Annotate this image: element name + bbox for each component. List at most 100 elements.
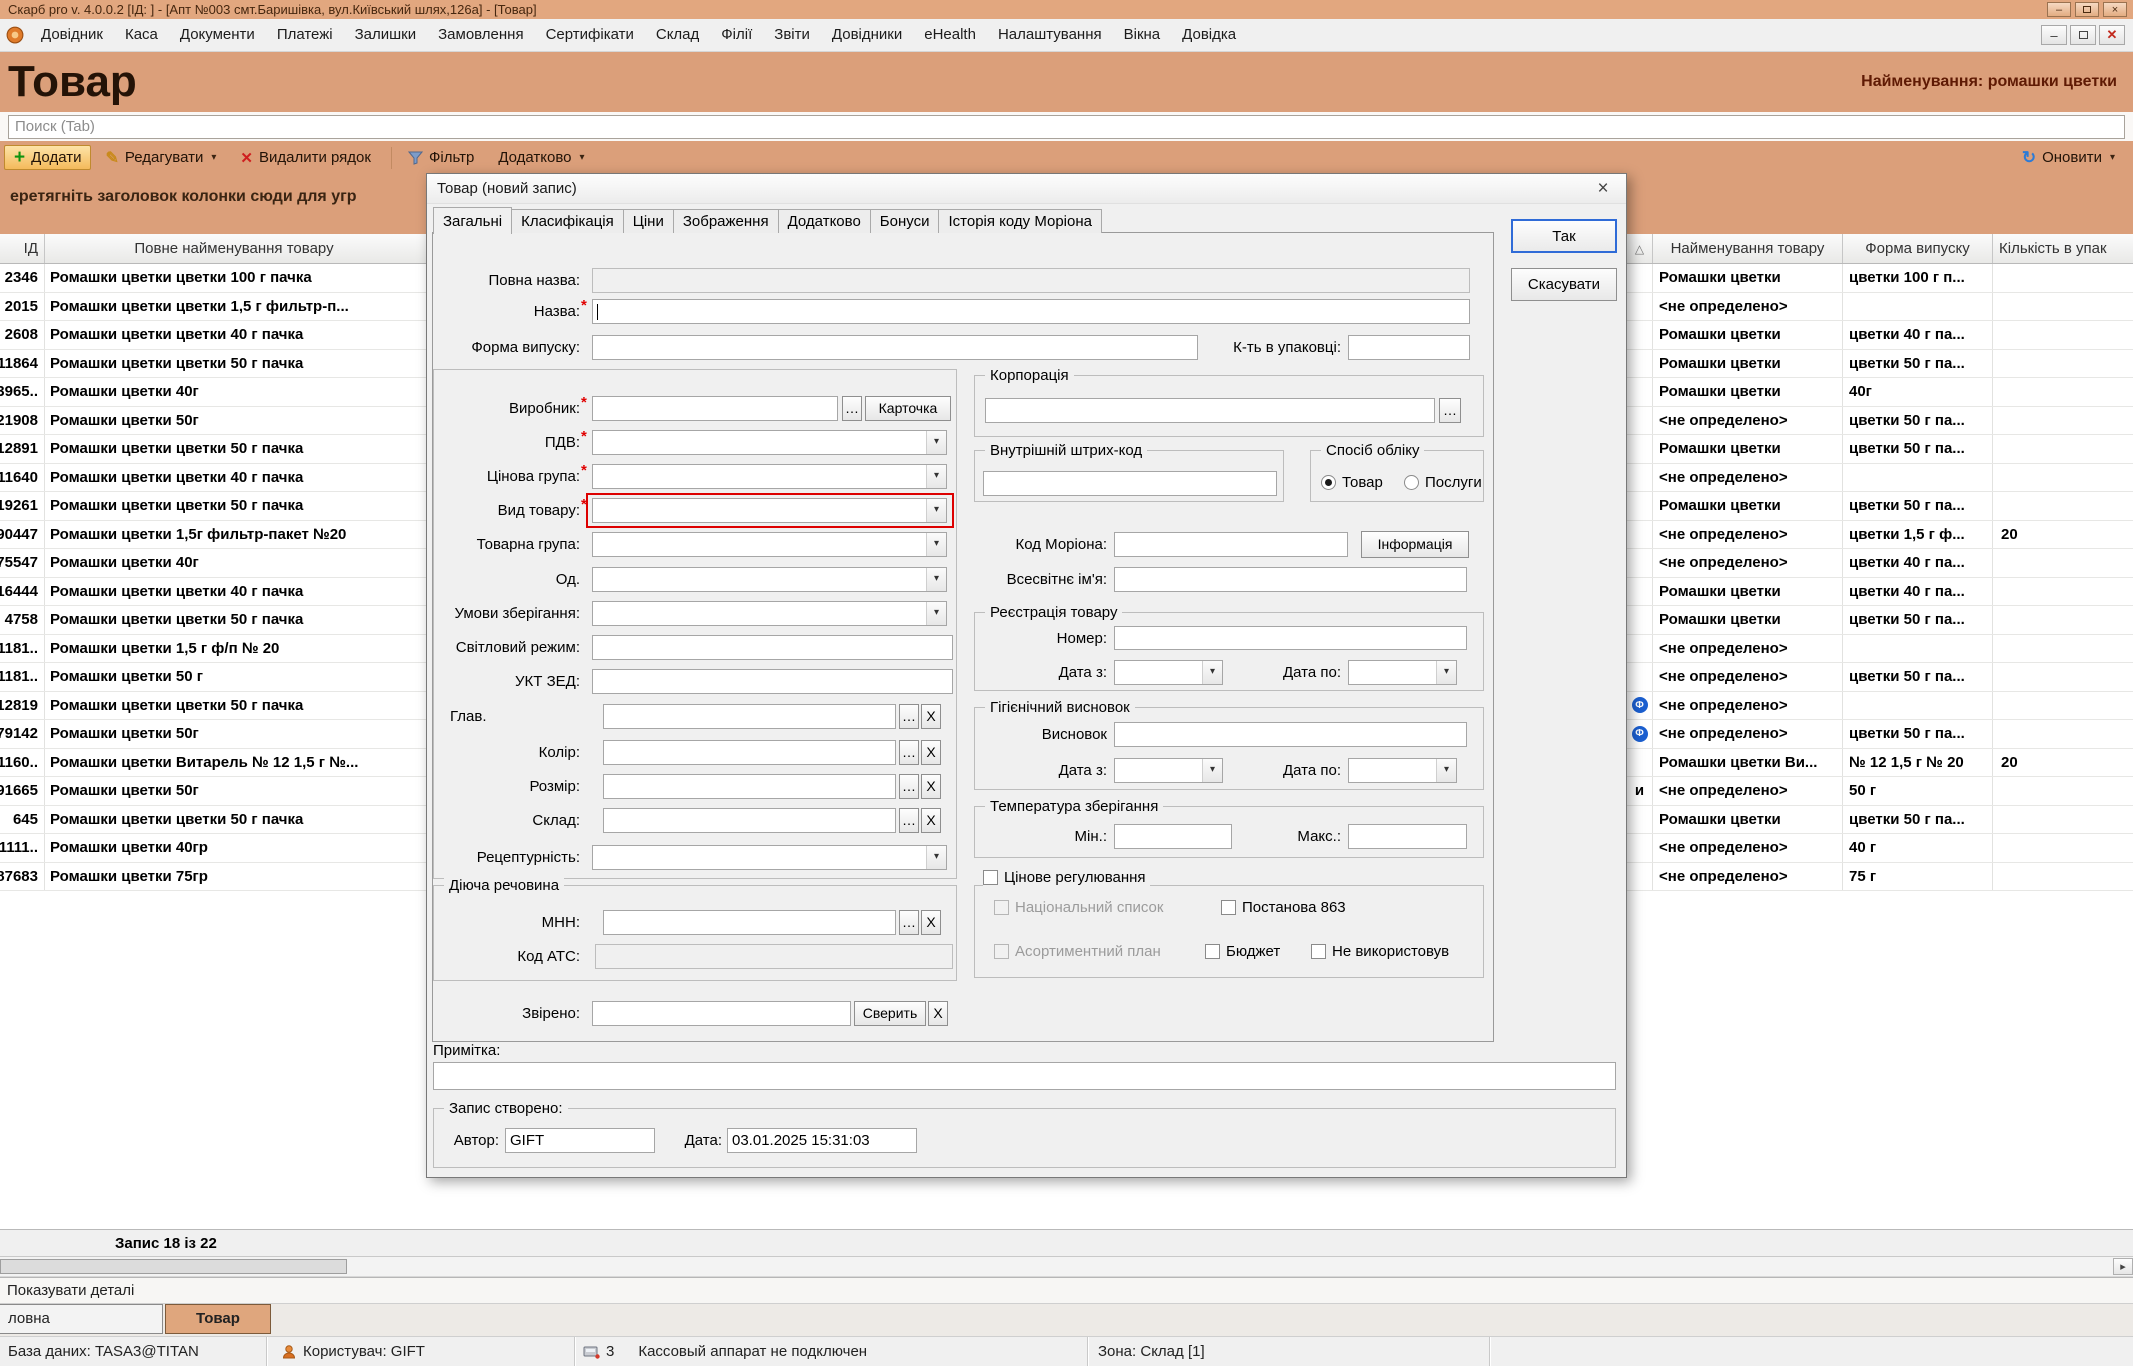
close-icon[interactable]: × [2103, 2, 2127, 17]
product-kind-combo[interactable]: ▾ [592, 498, 947, 523]
reg-date-from-combo[interactable]: ▾ [1114, 660, 1223, 685]
verified-input[interactable] [592, 1001, 851, 1026]
column-header-form[interactable]: Форма випуску [1843, 234, 1993, 263]
dialog-tab[interactable]: Бонуси [870, 209, 940, 233]
bottom-tab[interactable]: ловна [0, 1304, 163, 1334]
column-header-name[interactable]: Найменування товару [1653, 234, 1843, 263]
size-input[interactable] [603, 774, 896, 799]
info-button[interactable]: Інформація [1361, 531, 1469, 558]
menu-item[interactable]: Налаштування [987, 19, 1113, 51]
pack-qty-input[interactable] [1348, 335, 1470, 360]
dialog-tab[interactable]: Класифікація [511, 209, 624, 233]
menu-item[interactable]: Сертифікати [535, 19, 645, 51]
ukt-zed-input[interactable] [592, 669, 953, 694]
temp-max-input[interactable] [1348, 824, 1467, 849]
mnn-lookup-button[interactable]: … [899, 910, 919, 935]
menu-item[interactable]: Вікна [1113, 19, 1172, 51]
menu-item[interactable]: Замовлення [427, 19, 534, 51]
producer-card-button[interactable]: Карточка [865, 396, 951, 421]
search-input[interactable] [8, 115, 2125, 139]
mdi-minimize-icon[interactable]: – [2041, 25, 2067, 45]
name-input[interactable] [592, 299, 1470, 324]
dialog-tab[interactable]: Зображення [673, 209, 779, 233]
dialog-titlebar[interactable]: Товар (новий запис) × [427, 174, 1626, 204]
scrollbar-thumb[interactable] [0, 1259, 347, 1274]
hyg-date-from-combo[interactable]: ▾ [1114, 758, 1223, 783]
menu-item[interactable]: Залишки [344, 19, 428, 51]
producer-input[interactable] [592, 396, 838, 421]
delete-row-button[interactable]: ✕ Видалити рядок [230, 145, 381, 171]
verify-button[interactable]: Сверить [854, 1001, 926, 1026]
dialog-tab[interactable]: Ціни [623, 209, 674, 233]
full-name-input[interactable] [592, 268, 1470, 293]
hyg-date-to-combo[interactable]: ▾ [1348, 758, 1457, 783]
price-group-combo[interactable]: ▾ [592, 464, 947, 489]
sort-asc-icon[interactable]: △ [1627, 234, 1653, 263]
product-group-combo[interactable]: ▾ [592, 532, 947, 557]
atc-input[interactable] [595, 944, 953, 969]
filter-button[interactable]: Фільтр [398, 145, 484, 170]
add-button[interactable]: + Додати [4, 145, 91, 170]
mdi-close-icon[interactable]: ✕ [2099, 25, 2125, 45]
price-regulation-checkbox[interactable]: Цінове регулювання [983, 868, 1150, 886]
account-product-radio[interactable]: Товар [1321, 473, 1383, 491]
created-date-input[interactable]: 03.01.2025 15:31:03 [727, 1128, 917, 1153]
world-name-input[interactable] [1114, 567, 1467, 592]
budget-checkbox[interactable]: Бюджет [1205, 942, 1280, 960]
dialog-tab[interactable]: Загальні [433, 207, 512, 234]
mdi-restore-icon[interactable] [2070, 25, 2096, 45]
temp-min-input[interactable] [1114, 824, 1232, 849]
menu-item[interactable]: Звіти [763, 19, 821, 51]
menu-item[interactable]: Довідники [821, 19, 913, 51]
national-list-checkbox[interactable]: Національний список [994, 898, 1163, 916]
producer-lookup-button[interactable]: … [842, 396, 862, 421]
glav-clear-button[interactable]: X [921, 704, 941, 729]
mnn-input[interactable] [603, 910, 896, 935]
author-input[interactable]: GIFT [505, 1128, 655, 1153]
column-header-id[interactable]: ІД [0, 234, 45, 263]
menu-item[interactable]: Філії [710, 19, 763, 51]
assortment-plan-checkbox[interactable]: Асортиментний план [994, 942, 1161, 960]
refresh-button[interactable]: ↻ Оновити ▾ [2012, 144, 2125, 172]
restore-icon[interactable] [2075, 2, 2099, 17]
size-clear-button[interactable]: X [921, 774, 941, 799]
account-services-radio[interactable]: Послуги [1404, 473, 1482, 491]
glav-input[interactable] [603, 704, 896, 729]
corporation-input[interactable] [985, 398, 1435, 423]
warehouse-clear-button[interactable]: X [921, 808, 941, 833]
prescription-combo[interactable]: ▾ [592, 845, 947, 870]
corporation-lookup-button[interactable]: … [1439, 398, 1461, 423]
bottom-tab[interactable]: Товар [165, 1304, 271, 1334]
conclusion-input[interactable] [1114, 722, 1467, 747]
storage-combo[interactable]: ▾ [592, 601, 947, 626]
color-lookup-button[interactable]: … [899, 740, 919, 765]
note-input[interactable] [433, 1062, 1616, 1090]
menu-item[interactable]: Довідка [1171, 19, 1247, 51]
unit-combo[interactable]: ▾ [592, 567, 947, 592]
edit-button[interactable]: ✎ Редагувати ▾ [95, 144, 226, 172]
vat-combo[interactable]: ▾ [592, 430, 947, 455]
not-used-checkbox[interactable]: Не використовув [1311, 942, 1449, 960]
color-clear-button[interactable]: X [921, 740, 941, 765]
dialog-tab[interactable]: Додатково [778, 209, 871, 233]
close-icon[interactable]: × [1590, 178, 1616, 200]
barcode-input[interactable] [983, 471, 1277, 496]
more-button[interactable]: Додатково ▾ [488, 145, 594, 170]
glav-lookup-button[interactable]: … [899, 704, 919, 729]
color-input[interactable] [603, 740, 896, 765]
reg-date-to-combo[interactable]: ▾ [1348, 660, 1457, 685]
morion-code-input[interactable] [1114, 532, 1348, 557]
menu-item[interactable]: Склад [645, 19, 710, 51]
scroll-right-icon[interactable]: ▸ [2113, 1258, 2133, 1275]
column-header-qty[interactable]: Кількість в упак [1993, 234, 2133, 263]
show-details-toggle[interactable]: Показувати деталі [0, 1277, 2133, 1303]
minimize-icon[interactable]: – [2047, 2, 2071, 17]
menu-item[interactable]: Документи [169, 19, 266, 51]
mnn-clear-button[interactable]: X [921, 910, 941, 935]
size-lookup-button[interactable]: … [899, 774, 919, 799]
verified-clear-button[interactable]: X [928, 1001, 948, 1026]
menu-item[interactable]: Довідник [30, 19, 114, 51]
reg-number-input[interactable] [1114, 626, 1467, 650]
menu-item[interactable]: Каса [114, 19, 169, 51]
cancel-button[interactable]: Скасувати [1511, 268, 1617, 301]
